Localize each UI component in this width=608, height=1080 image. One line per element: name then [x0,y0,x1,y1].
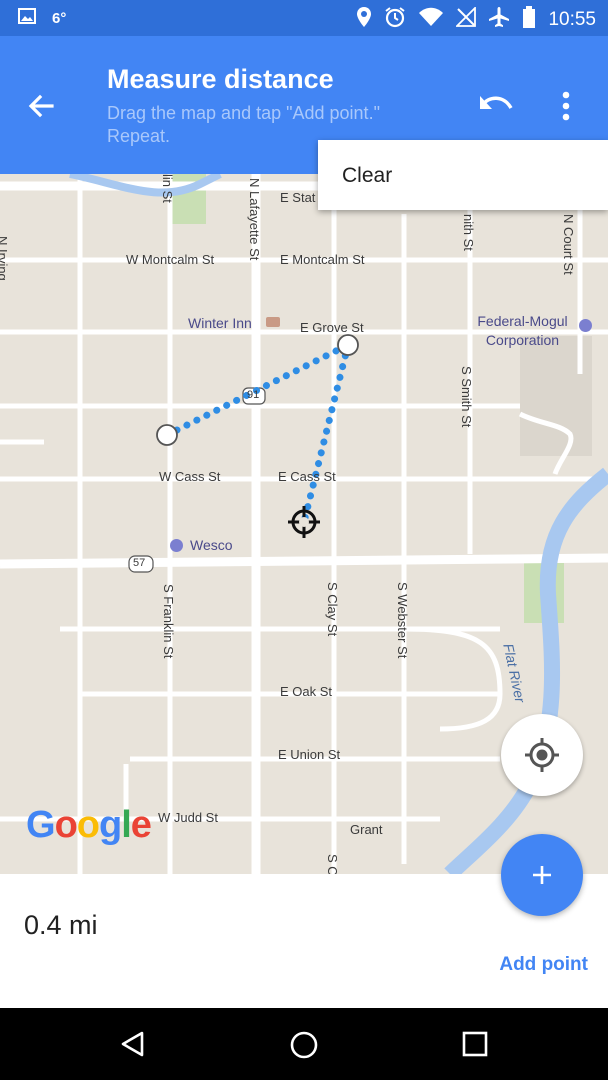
location-icon [356,6,372,34]
status-bar: 6° 10:55 [0,0,608,36]
my-location-icon [525,738,559,772]
temperature-text: 6° [52,10,67,27]
more-vert-icon[interactable] [548,88,584,124]
google-logo: Google [26,804,152,846]
add-point-button[interactable]: Add point [499,954,588,976]
street-label: E Union St [278,747,341,762]
poi-label[interactable]: Wesco [190,537,233,553]
street-label: W Cass St [159,469,221,484]
menu-item-clear[interactable]: Clear [342,164,392,188]
street-label: N Lafayette St [247,178,262,261]
street-label: E Grove St [300,320,364,335]
back-triangle-icon[interactable] [119,1030,147,1063]
measure-path-segment [300,341,352,526]
street-label: lin St [160,174,175,203]
wifi-icon [418,7,444,33]
poi-label[interactable]: Winter Inn [188,315,252,331]
no-signal-icon [455,5,477,33]
hotel-icon [266,317,280,327]
back-arrow-icon[interactable] [22,86,62,126]
measure-point[interactable] [337,334,359,356]
clock-time: 10:55 [548,9,596,30]
poi-label[interactable]: Federal-Mogul Corporation [470,312,575,350]
distance-value: 0.4 mi [24,910,98,940]
page-title: Measure distance [107,64,334,94]
street-label: nith St [461,214,476,251]
street-label: E Stat [280,190,316,205]
street-label: S Webster St [395,582,410,659]
street-label: E Oak St [280,684,333,699]
street-label: E Cass St [278,469,336,484]
alarm-icon [384,6,406,34]
street-label: E Montcalm St [280,252,365,267]
street-label: S Clay St [325,582,340,637]
overflow-menu: Clear [318,140,608,210]
river [444,467,608,874]
street-label: S Franklin St [161,584,176,659]
street-label: N Irving [0,236,10,281]
my-location-button[interactable] [501,714,583,796]
street-label: W Judd St [158,810,218,825]
add-point-fab[interactable] [501,834,583,916]
recents-square-icon[interactable] [462,1031,488,1062]
route-number: 91 [247,389,260,401]
undo-icon[interactable] [476,88,516,122]
street-label: S Smith St [459,366,474,428]
street-label: N Court St [561,214,576,275]
street-label: W Montcalm St [126,252,215,267]
battery-icon [522,6,536,34]
image-icon [18,8,36,29]
navigation-bar [0,1008,608,1080]
street-label: Grant [350,822,383,837]
shopping-icon [579,319,592,332]
measure-point[interactable] [156,424,178,446]
route-number: 57 [133,557,146,569]
shopping-icon [170,539,183,552]
airplane-icon [488,6,510,34]
street-label: S C [325,854,340,874]
crosshair-icon [288,506,320,538]
plus-icon [533,866,551,884]
home-circle-icon[interactable] [289,1030,319,1065]
